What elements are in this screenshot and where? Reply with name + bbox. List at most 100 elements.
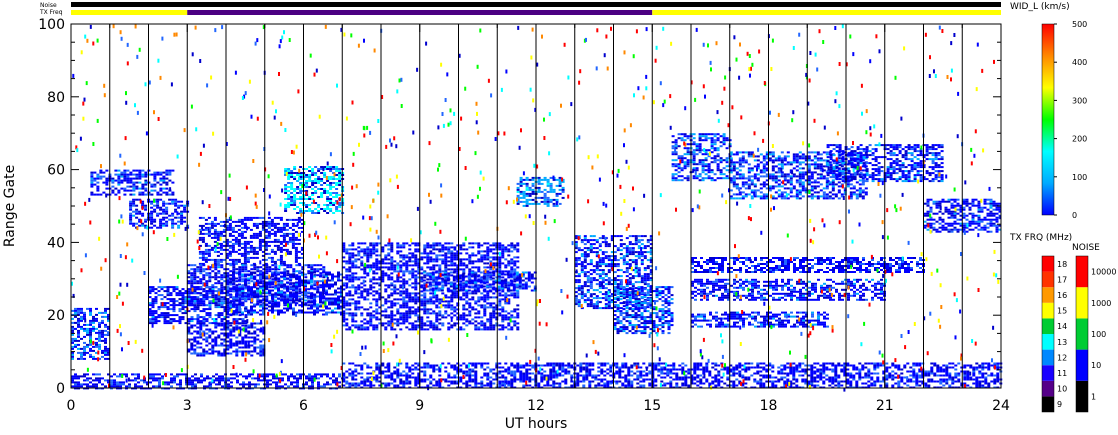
echo-cell bbox=[280, 309, 283, 312]
echo-cell bbox=[283, 307, 286, 310]
echo-cell bbox=[199, 280, 203, 283]
echo-cell bbox=[363, 328, 367, 331]
echo-cell bbox=[250, 273, 253, 276]
echo-cell bbox=[77, 351, 80, 354]
echo-cell bbox=[208, 316, 212, 319]
echo-cell bbox=[264, 230, 268, 233]
echo-cell bbox=[546, 178, 550, 181]
echo-cell bbox=[414, 288, 418, 291]
echo-cell bbox=[468, 268, 472, 271]
echo-cell bbox=[513, 246, 517, 249]
echo-cell bbox=[289, 295, 292, 298]
echo-cell bbox=[247, 285, 250, 288]
echo-cell bbox=[276, 246, 280, 249]
echo-cell bbox=[516, 202, 520, 205]
echo-cell bbox=[320, 184, 324, 186]
echo-cell bbox=[434, 281, 438, 284]
echo-cell bbox=[387, 254, 391, 257]
echo-cell bbox=[525, 198, 529, 201]
echo-cell bbox=[156, 226, 160, 229]
echo-cell bbox=[458, 289, 462, 292]
echo-cell bbox=[322, 289, 325, 292]
echo-cell bbox=[198, 238, 202, 241]
echo-cell bbox=[390, 276, 394, 279]
echo-cell bbox=[268, 291, 271, 294]
echo-cell bbox=[449, 289, 453, 292]
echo-cell bbox=[453, 262, 457, 265]
echo-cell bbox=[231, 246, 235, 249]
echo-cell bbox=[408, 316, 412, 319]
echo-cell bbox=[208, 336, 212, 339]
echo-cell bbox=[241, 340, 245, 343]
echo-cell bbox=[104, 307, 107, 310]
echo-cell bbox=[205, 286, 209, 289]
echo-cell bbox=[237, 228, 241, 231]
echo-cell bbox=[521, 287, 525, 290]
echo-cell bbox=[414, 284, 418, 287]
echo-cell bbox=[331, 311, 334, 314]
echo-cell bbox=[580, 263, 584, 266]
echo-cell bbox=[528, 192, 532, 195]
echo-cell bbox=[387, 244, 391, 247]
echo-cell bbox=[405, 310, 409, 313]
echo-cell bbox=[259, 350, 263, 353]
echo-cell bbox=[117, 189, 121, 192]
echo-cell bbox=[351, 286, 355, 289]
echo-cell bbox=[366, 246, 370, 249]
echo-cell bbox=[284, 190, 288, 192]
echo-cell bbox=[354, 264, 358, 267]
echo-cell bbox=[438, 300, 442, 303]
echo-cell bbox=[196, 336, 200, 339]
echo-cell bbox=[423, 308, 427, 311]
echo-cell bbox=[104, 349, 107, 352]
echo-cell bbox=[293, 178, 297, 180]
echo-cell bbox=[595, 239, 599, 242]
echo-cell bbox=[607, 255, 611, 258]
echo-cell bbox=[193, 270, 197, 273]
echo-cell bbox=[159, 171, 163, 174]
echo-cell bbox=[220, 312, 224, 315]
echo-cell bbox=[387, 286, 391, 289]
echo-cell bbox=[411, 274, 415, 277]
echo-cell bbox=[354, 272, 358, 275]
echo-cell bbox=[586, 281, 590, 284]
echo-cell bbox=[348, 274, 352, 277]
echo-cell bbox=[98, 325, 101, 328]
echo-cell bbox=[438, 264, 442, 267]
echo-cell bbox=[492, 292, 496, 295]
echo-cell bbox=[208, 328, 212, 331]
echo-cell bbox=[241, 287, 244, 290]
echo-cell bbox=[280, 285, 283, 288]
echo-cell bbox=[220, 286, 224, 289]
echo-cell bbox=[214, 272, 218, 275]
echo-cell bbox=[500, 281, 504, 284]
echo-cell bbox=[265, 287, 268, 290]
echo-cell bbox=[518, 283, 522, 286]
echo-cell bbox=[150, 173, 154, 176]
echo-cell bbox=[237, 218, 241, 221]
echo-cell bbox=[468, 258, 472, 261]
echo-cell bbox=[232, 318, 236, 321]
echo-cell bbox=[241, 264, 245, 267]
echo-cell bbox=[241, 285, 244, 288]
echo-cell bbox=[190, 342, 194, 345]
echo-cell bbox=[156, 181, 160, 184]
echo-cell bbox=[205, 344, 209, 347]
echo-cell bbox=[204, 222, 208, 225]
echo-cell bbox=[268, 286, 272, 289]
echo-cell bbox=[583, 267, 587, 270]
echo-cell bbox=[414, 276, 418, 279]
echo-cell bbox=[256, 328, 260, 331]
echo-cell bbox=[159, 212, 163, 215]
echo-cell bbox=[471, 298, 475, 301]
echo-cell bbox=[241, 354, 245, 357]
echo-cell bbox=[357, 284, 361, 287]
echo-cell bbox=[250, 324, 254, 327]
echo-cell bbox=[90, 185, 94, 188]
echo-cell bbox=[180, 222, 184, 225]
echo-cell bbox=[205, 320, 209, 323]
echo-cell bbox=[384, 288, 388, 291]
echo-cell bbox=[95, 317, 98, 320]
echo-cell bbox=[187, 320, 191, 323]
echo-cell bbox=[205, 332, 209, 335]
